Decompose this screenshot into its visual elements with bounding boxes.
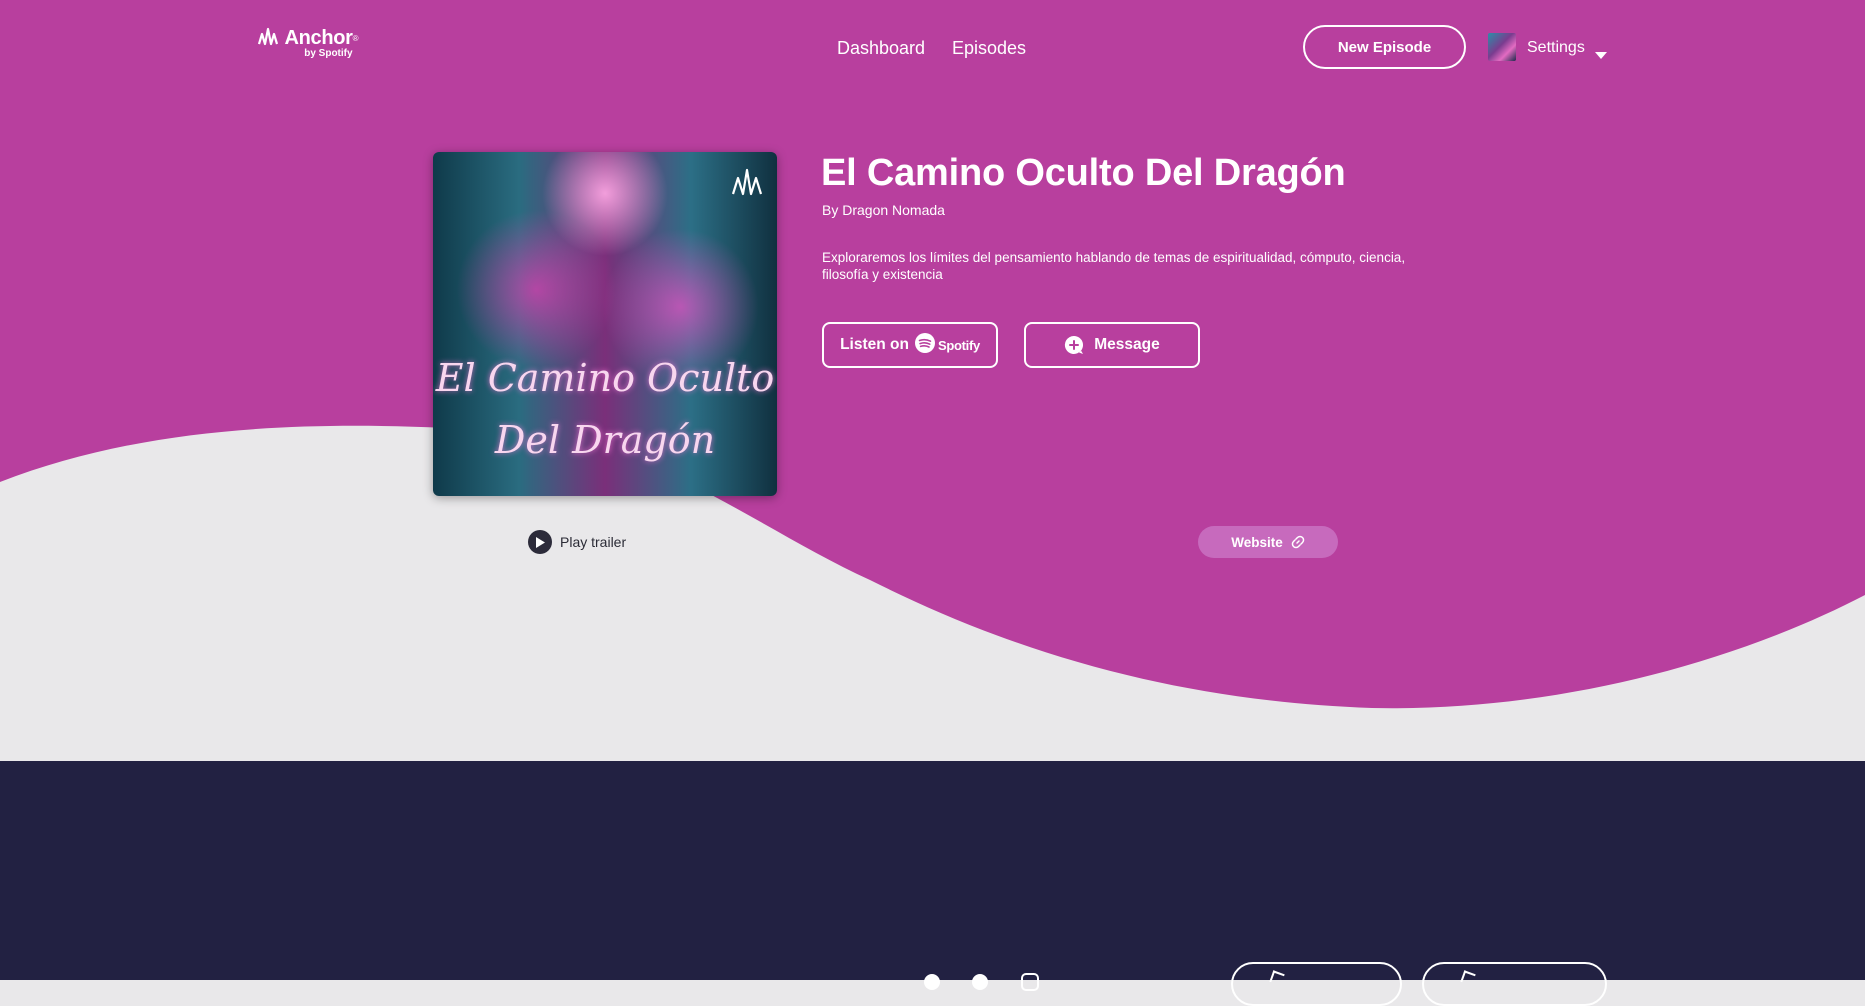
spotify-logo: Spotify <box>914 332 980 358</box>
apple-icon <box>1269 970 1285 986</box>
header-wave-background <box>0 0 1865 709</box>
website-label: Website <box>1231 534 1283 550</box>
google-play-icon <box>1460 970 1476 986</box>
link-icon <box>1291 535 1305 549</box>
nav-episodes[interactable]: Episodes <box>952 38 1026 59</box>
website-link-button[interactable]: Website <box>1198 526 1338 558</box>
podcast-title: El Camino Oculto Del Dragón <box>821 152 1346 194</box>
logo-name: Anchor <box>284 27 353 49</box>
play-trailer-label: Play trailer <box>560 534 627 550</box>
listen-label: Listen on <box>840 336 909 353</box>
caret-down-icon[interactable] <box>1595 47 1607 65</box>
podcast-cover-art: El Camino Oculto Del Dragón <box>433 152 777 496</box>
logo-registered-mark: ® <box>352 34 359 43</box>
avatar[interactable] <box>1488 33 1516 61</box>
cover-title-line2: Del Dragón <box>494 418 716 462</box>
message-button[interactable]: Message <box>1024 322 1200 368</box>
google-play-button[interactable] <box>1422 962 1607 1006</box>
spotify-wordmark: Spotify <box>937 337 980 353</box>
cover-title-line1: El Camino Oculto <box>435 356 775 400</box>
podcast-author: By Dragon Nomada <box>822 202 945 218</box>
listen-on-spotify-button[interactable]: Listen on Spotify <box>822 322 998 368</box>
nav-dashboard[interactable]: Dashboard <box>837 38 925 59</box>
message-plus-icon <box>1064 335 1084 355</box>
spotify-icon <box>914 332 935 358</box>
message-label: Message <box>1094 336 1160 353</box>
podcast-description: Exploraremos los límites del pensamiento… <box>822 250 1406 282</box>
facebook-icon[interactable] <box>924 974 940 990</box>
new-episode-button[interactable]: New Episode <box>1303 25 1466 69</box>
footer <box>0 761 1865 980</box>
apple-store-button[interactable] <box>1231 962 1402 1006</box>
twitter-icon[interactable] <box>972 974 988 990</box>
anchor-logo-icon <box>257 26 280 51</box>
play-trailer-button[interactable]: Play trailer <box>528 530 626 554</box>
settings-menu[interactable]: Settings <box>1527 39 1585 57</box>
play-icon <box>528 530 552 554</box>
anchor-logo[interactable]: Anchor® by Spotify <box>257 26 359 59</box>
instagram-icon[interactable] <box>1021 973 1039 991</box>
anchor-watermark-icon <box>731 166 763 203</box>
